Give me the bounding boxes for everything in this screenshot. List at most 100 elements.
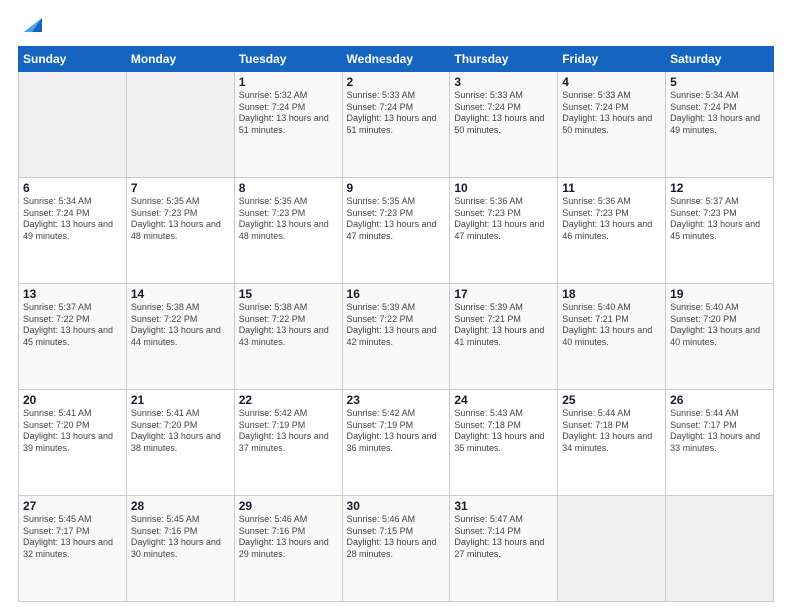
day-number: 30 — [347, 499, 446, 513]
day-number: 7 — [131, 181, 230, 195]
calendar-cell: 19Sunrise: 5:40 AMSunset: 7:20 PMDayligh… — [666, 284, 774, 390]
day-info: Sunrise: 5:35 AMSunset: 7:23 PMDaylight:… — [347, 196, 446, 243]
day-info: Sunrise: 5:47 AMSunset: 7:14 PMDaylight:… — [454, 514, 553, 561]
day-number: 25 — [562, 393, 661, 407]
calendar-cell: 23Sunrise: 5:42 AMSunset: 7:19 PMDayligh… — [342, 390, 450, 496]
day-info: Sunrise: 5:46 AMSunset: 7:15 PMDaylight:… — [347, 514, 446, 561]
calendar-cell: 26Sunrise: 5:44 AMSunset: 7:17 PMDayligh… — [666, 390, 774, 496]
day-info: Sunrise: 5:34 AMSunset: 7:24 PMDaylight:… — [670, 90, 769, 137]
weekday-header: Wednesday — [342, 47, 450, 72]
day-number: 28 — [131, 499, 230, 513]
day-info: Sunrise: 5:34 AMSunset: 7:24 PMDaylight:… — [23, 196, 122, 243]
calendar-cell: 9Sunrise: 5:35 AMSunset: 7:23 PMDaylight… — [342, 178, 450, 284]
weekday-header: Monday — [126, 47, 234, 72]
calendar-cell: 4Sunrise: 5:33 AMSunset: 7:24 PMDaylight… — [558, 72, 666, 178]
day-number: 17 — [454, 287, 553, 301]
day-number: 6 — [23, 181, 122, 195]
day-info: Sunrise: 5:40 AMSunset: 7:20 PMDaylight:… — [670, 302, 769, 349]
day-number: 8 — [239, 181, 338, 195]
day-info: Sunrise: 5:36 AMSunset: 7:23 PMDaylight:… — [562, 196, 661, 243]
day-info: Sunrise: 5:39 AMSunset: 7:21 PMDaylight:… — [454, 302, 553, 349]
calendar-cell: 29Sunrise: 5:46 AMSunset: 7:16 PMDayligh… — [234, 496, 342, 602]
day-number: 20 — [23, 393, 122, 407]
calendar-week-row: 1Sunrise: 5:32 AMSunset: 7:24 PMDaylight… — [19, 72, 774, 178]
day-number: 24 — [454, 393, 553, 407]
day-info: Sunrise: 5:42 AMSunset: 7:19 PMDaylight:… — [347, 408, 446, 455]
day-info: Sunrise: 5:38 AMSunset: 7:22 PMDaylight:… — [131, 302, 230, 349]
day-number: 3 — [454, 75, 553, 89]
calendar-cell: 7Sunrise: 5:35 AMSunset: 7:23 PMDaylight… — [126, 178, 234, 284]
calendar-cell: 31Sunrise: 5:47 AMSunset: 7:14 PMDayligh… — [450, 496, 558, 602]
day-number: 18 — [562, 287, 661, 301]
calendar-cell: 25Sunrise: 5:44 AMSunset: 7:18 PMDayligh… — [558, 390, 666, 496]
calendar-week-row: 6Sunrise: 5:34 AMSunset: 7:24 PMDaylight… — [19, 178, 774, 284]
day-info: Sunrise: 5:32 AMSunset: 7:24 PMDaylight:… — [239, 90, 338, 137]
day-info: Sunrise: 5:46 AMSunset: 7:16 PMDaylight:… — [239, 514, 338, 561]
day-info: Sunrise: 5:33 AMSunset: 7:24 PMDaylight:… — [347, 90, 446, 137]
day-number: 10 — [454, 181, 553, 195]
calendar-week-row: 27Sunrise: 5:45 AMSunset: 7:17 PMDayligh… — [19, 496, 774, 602]
day-info: Sunrise: 5:41 AMSunset: 7:20 PMDaylight:… — [131, 408, 230, 455]
calendar-cell: 1Sunrise: 5:32 AMSunset: 7:24 PMDaylight… — [234, 72, 342, 178]
weekday-header: Saturday — [666, 47, 774, 72]
day-info: Sunrise: 5:44 AMSunset: 7:17 PMDaylight:… — [670, 408, 769, 455]
day-number: 9 — [347, 181, 446, 195]
calendar-cell: 20Sunrise: 5:41 AMSunset: 7:20 PMDayligh… — [19, 390, 127, 496]
calendar-week-row: 13Sunrise: 5:37 AMSunset: 7:22 PMDayligh… — [19, 284, 774, 390]
calendar-cell: 27Sunrise: 5:45 AMSunset: 7:17 PMDayligh… — [19, 496, 127, 602]
day-number: 23 — [347, 393, 446, 407]
day-info: Sunrise: 5:42 AMSunset: 7:19 PMDaylight:… — [239, 408, 338, 455]
day-info: Sunrise: 5:45 AMSunset: 7:17 PMDaylight:… — [23, 514, 122, 561]
day-number: 29 — [239, 499, 338, 513]
day-number: 22 — [239, 393, 338, 407]
calendar-cell — [126, 72, 234, 178]
day-number: 19 — [670, 287, 769, 301]
calendar-cell: 15Sunrise: 5:38 AMSunset: 7:22 PMDayligh… — [234, 284, 342, 390]
weekday-header: Thursday — [450, 47, 558, 72]
day-info: Sunrise: 5:41 AMSunset: 7:20 PMDaylight:… — [23, 408, 122, 455]
calendar-cell — [558, 496, 666, 602]
calendar-cell: 3Sunrise: 5:33 AMSunset: 7:24 PMDaylight… — [450, 72, 558, 178]
weekday-header: Sunday — [19, 47, 127, 72]
header — [18, 18, 774, 36]
day-info: Sunrise: 5:33 AMSunset: 7:24 PMDaylight:… — [454, 90, 553, 137]
day-number: 4 — [562, 75, 661, 89]
calendar-cell: 16Sunrise: 5:39 AMSunset: 7:22 PMDayligh… — [342, 284, 450, 390]
day-number: 27 — [23, 499, 122, 513]
calendar-cell: 12Sunrise: 5:37 AMSunset: 7:23 PMDayligh… — [666, 178, 774, 284]
day-info: Sunrise: 5:36 AMSunset: 7:23 PMDaylight:… — [454, 196, 553, 243]
day-number: 21 — [131, 393, 230, 407]
calendar-cell: 13Sunrise: 5:37 AMSunset: 7:22 PMDayligh… — [19, 284, 127, 390]
calendar-table: SundayMondayTuesdayWednesdayThursdayFrid… — [18, 46, 774, 602]
calendar-page: SundayMondayTuesdayWednesdayThursdayFrid… — [0, 0, 792, 612]
day-number: 14 — [131, 287, 230, 301]
calendar-cell: 18Sunrise: 5:40 AMSunset: 7:21 PMDayligh… — [558, 284, 666, 390]
calendar-cell: 14Sunrise: 5:38 AMSunset: 7:22 PMDayligh… — [126, 284, 234, 390]
calendar-cell: 2Sunrise: 5:33 AMSunset: 7:24 PMDaylight… — [342, 72, 450, 178]
calendar-cell: 28Sunrise: 5:45 AMSunset: 7:16 PMDayligh… — [126, 496, 234, 602]
day-info: Sunrise: 5:40 AMSunset: 7:21 PMDaylight:… — [562, 302, 661, 349]
day-info: Sunrise: 5:39 AMSunset: 7:22 PMDaylight:… — [347, 302, 446, 349]
calendar-cell: 8Sunrise: 5:35 AMSunset: 7:23 PMDaylight… — [234, 178, 342, 284]
day-info: Sunrise: 5:44 AMSunset: 7:18 PMDaylight:… — [562, 408, 661, 455]
calendar-cell: 22Sunrise: 5:42 AMSunset: 7:19 PMDayligh… — [234, 390, 342, 496]
day-info: Sunrise: 5:43 AMSunset: 7:18 PMDaylight:… — [454, 408, 553, 455]
day-number: 15 — [239, 287, 338, 301]
day-info: Sunrise: 5:37 AMSunset: 7:23 PMDaylight:… — [670, 196, 769, 243]
weekday-header: Tuesday — [234, 47, 342, 72]
calendar-cell — [666, 496, 774, 602]
day-info: Sunrise: 5:35 AMSunset: 7:23 PMDaylight:… — [131, 196, 230, 243]
calendar-week-row: 20Sunrise: 5:41 AMSunset: 7:20 PMDayligh… — [19, 390, 774, 496]
calendar-cell: 11Sunrise: 5:36 AMSunset: 7:23 PMDayligh… — [558, 178, 666, 284]
day-number: 5 — [670, 75, 769, 89]
day-info: Sunrise: 5:45 AMSunset: 7:16 PMDaylight:… — [131, 514, 230, 561]
calendar-cell: 5Sunrise: 5:34 AMSunset: 7:24 PMDaylight… — [666, 72, 774, 178]
calendar-cell: 10Sunrise: 5:36 AMSunset: 7:23 PMDayligh… — [450, 178, 558, 284]
day-number: 1 — [239, 75, 338, 89]
calendar-cell: 24Sunrise: 5:43 AMSunset: 7:18 PMDayligh… — [450, 390, 558, 496]
calendar-cell: 6Sunrise: 5:34 AMSunset: 7:24 PMDaylight… — [19, 178, 127, 284]
logo — [18, 18, 42, 36]
day-number: 2 — [347, 75, 446, 89]
logo-icon — [20, 14, 42, 36]
calendar-cell: 21Sunrise: 5:41 AMSunset: 7:20 PMDayligh… — [126, 390, 234, 496]
